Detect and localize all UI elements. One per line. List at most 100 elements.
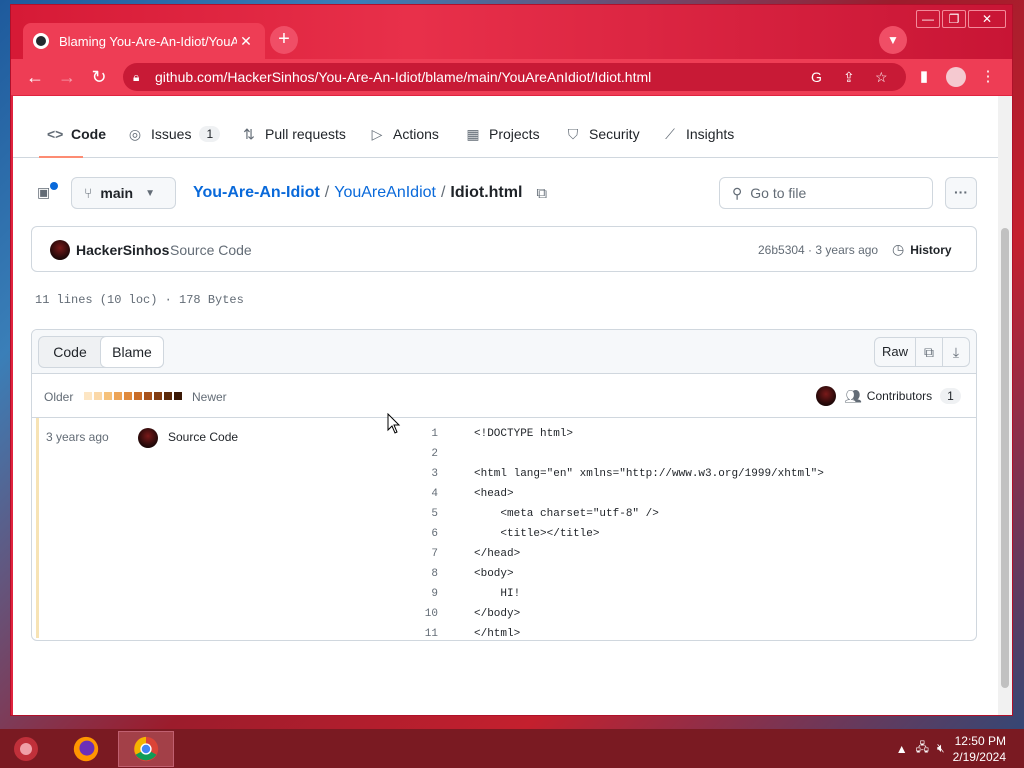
commit-message-link[interactable]: Source Code <box>170 242 252 258</box>
minimize-button[interactable]: — <box>916 10 940 28</box>
chrome-taskbar-icon[interactable] <box>118 731 174 767</box>
tab-label: Projects <box>489 126 540 142</box>
address-bar[interactable]: 🔒︎ github.com/HackerSinhos/You-Are-An-Id… <box>123 63 906 91</box>
code-view-button[interactable]: Code <box>39 337 101 367</box>
tab-close-icon[interactable]: ✕ <box>237 33 255 50</box>
line-number[interactable]: 3 <box>402 464 438 484</box>
table-icon: ▦ <box>466 125 480 142</box>
back-arrow-icon[interactable]: ← <box>21 63 49 91</box>
history-icon: ◷ <box>892 241 905 257</box>
line-number[interactable]: 9 <box>402 584 438 604</box>
commit-sha-time[interactable]: 26b5304 · 3 years ago <box>758 243 878 257</box>
google-lens-icon[interactable]: G <box>811 69 822 85</box>
play-icon: ▷ <box>371 125 383 142</box>
breadcrumb-repo-link[interactable]: You-Are-An-Idiot <box>193 184 320 202</box>
go-to-file-input[interactable]: ⚲ Go to file <box>719 177 933 209</box>
branch-icon: ⑂ <box>84 185 93 201</box>
browser-tab[interactable]: Blaming You-Are-An-Idiot/YouAr ✕ <box>23 23 265 59</box>
tab-issues[interactable]: ◎ Issues 1 <box>127 120 221 148</box>
volume-muted-icon[interactable]: 🔇︎ <box>937 741 945 756</box>
line-number[interactable]: 6 <box>402 524 438 544</box>
browser-toolbar: ← → ↻ 🔒︎ github.com/HackerSinhos/You-Are… <box>11 59 1012 95</box>
avatar[interactable] <box>50 240 70 260</box>
line-code: HI! <box>474 588 521 600</box>
age-swatch <box>114 392 122 400</box>
start-button[interactable] <box>10 733 42 765</box>
firefox-taskbar-icon[interactable] <box>58 731 114 767</box>
tab-label: Issues <box>151 126 192 142</box>
line-number[interactable]: 4 <box>402 484 438 504</box>
scrollbar-thumb[interactable] <box>1001 228 1009 688</box>
latest-commit-box: HackerSinhos Source Code 26b5304 · 3 yea… <box>31 226 977 272</box>
file-header: ▣ ⑂ main ▼ You-Are-An-Idiot / YouAreAnId… <box>13 158 998 222</box>
avatar[interactable] <box>138 428 158 448</box>
tab-search-chevron-icon[interactable]: ▼ <box>879 26 907 54</box>
blame-commit-age: 3 years ago <box>46 430 109 444</box>
download-icon[interactable]: ⤓ <box>942 337 970 367</box>
clock[interactable]: 12:50 PM 2/19/2024 <box>953 733 1006 765</box>
line-number[interactable]: 11 <box>402 624 438 640</box>
browser-menu-icon[interactable]: ⋮ <box>974 63 1002 91</box>
age-swatch <box>94 392 102 400</box>
line-number[interactable]: 10 <box>402 604 438 624</box>
blame-commit-message-link[interactable]: Source Code <box>168 430 238 444</box>
clock-date: 2/19/2024 <box>952 749 1006 764</box>
line-code: <meta charset="utf-8" /> <box>474 508 659 520</box>
new-tab-button[interactable]: + <box>270 26 298 54</box>
blame-toolbar: Code Blame Raw ⧉ ⤓ <box>32 330 976 374</box>
search-icon: ⚲ <box>732 184 743 201</box>
shield-icon: ⛉ <box>567 125 579 142</box>
lock-icon: 🔒︎ <box>133 69 140 84</box>
page-scrollbar[interactable] <box>998 96 1012 715</box>
contributors-button[interactable]: 👥︎ Contributors 1 <box>816 386 961 406</box>
history-button[interactable]: ◷ History <box>892 241 952 258</box>
code-icon: <> <box>47 126 64 142</box>
commit-author-link[interactable]: HackerSinhos <box>76 242 169 258</box>
bookmark-star-icon[interactable]: ☆ <box>875 69 888 86</box>
age-swatch <box>124 392 132 400</box>
profile-avatar-icon[interactable] <box>942 63 970 91</box>
code-line: 1 <!DOCTYPE html> <box>402 424 824 444</box>
tab-strip: Blaming You-Are-An-Idiot/YouAr ✕ + ▼ — ❐… <box>11 5 1012 59</box>
file-tree-toggle-icon[interactable]: ▣ <box>37 182 59 206</box>
copy-raw-icon[interactable]: ⧉ <box>915 337 943 367</box>
more-options-button[interactable]: ··· <box>945 177 977 209</box>
copy-path-icon[interactable]: ⧉ <box>536 185 547 202</box>
tab-label: Code <box>71 126 106 142</box>
reload-icon[interactable]: ↻ <box>85 63 113 91</box>
close-window-button[interactable]: ✕ <box>968 10 1006 28</box>
tab-label: Insights <box>686 126 735 142</box>
line-number[interactable]: 5 <box>402 504 438 524</box>
view-mode-toggle: Code Blame <box>38 336 164 368</box>
tab-pull-requests[interactable]: ⇅ Pull requests <box>241 120 346 148</box>
age-swatch <box>134 392 142 400</box>
blame-view-button[interactable]: Blame <box>100 336 164 368</box>
network-icon[interactable]: 🖧︎ <box>916 738 929 759</box>
tray-expand-icon[interactable]: ▲ <box>896 742 908 756</box>
line-number[interactable]: 1 <box>402 424 438 444</box>
breadcrumb-separator: / <box>440 184 446 201</box>
tab-code[interactable]: <> Code <box>47 120 106 148</box>
legend-newer-label: Newer <box>192 390 227 404</box>
maximize-button[interactable]: ❐ <box>942 10 966 28</box>
code-line: 7 </head> <box>402 544 824 564</box>
forward-arrow-icon[interactable]: → <box>53 63 81 91</box>
branch-selector[interactable]: ⑂ main ▼ <box>71 177 176 209</box>
tab-insights[interactable]: ⟋ Insights <box>662 120 734 148</box>
raw-button[interactable]: Raw <box>874 337 916 367</box>
blame-body: 3 years ago Source Code 1 <!DOCTYPE html>… <box>32 418 976 640</box>
blame-age-bar <box>36 418 39 638</box>
side-panel-icon[interactable]: ▮ <box>910 63 938 91</box>
breadcrumb-folder-link[interactable]: YouAreAnIdiot <box>334 184 436 202</box>
line-number[interactable]: 8 <box>402 564 438 584</box>
line-code: <head> <box>474 488 514 500</box>
tab-actions[interactable]: ▷ Actions <box>369 120 439 148</box>
line-number[interactable]: 7 <box>402 544 438 564</box>
tab-projects[interactable]: ▦ Projects <box>465 120 540 148</box>
tab-security[interactable]: ⛉ Security <box>565 120 640 148</box>
code-line: 10 </body> <box>402 604 824 624</box>
go-to-file-placeholder: Go to file <box>750 185 807 201</box>
line-number[interactable]: 2 <box>402 444 438 464</box>
share-icon[interactable]: ⇪ <box>843 69 855 86</box>
github-favicon-icon <box>33 33 49 49</box>
